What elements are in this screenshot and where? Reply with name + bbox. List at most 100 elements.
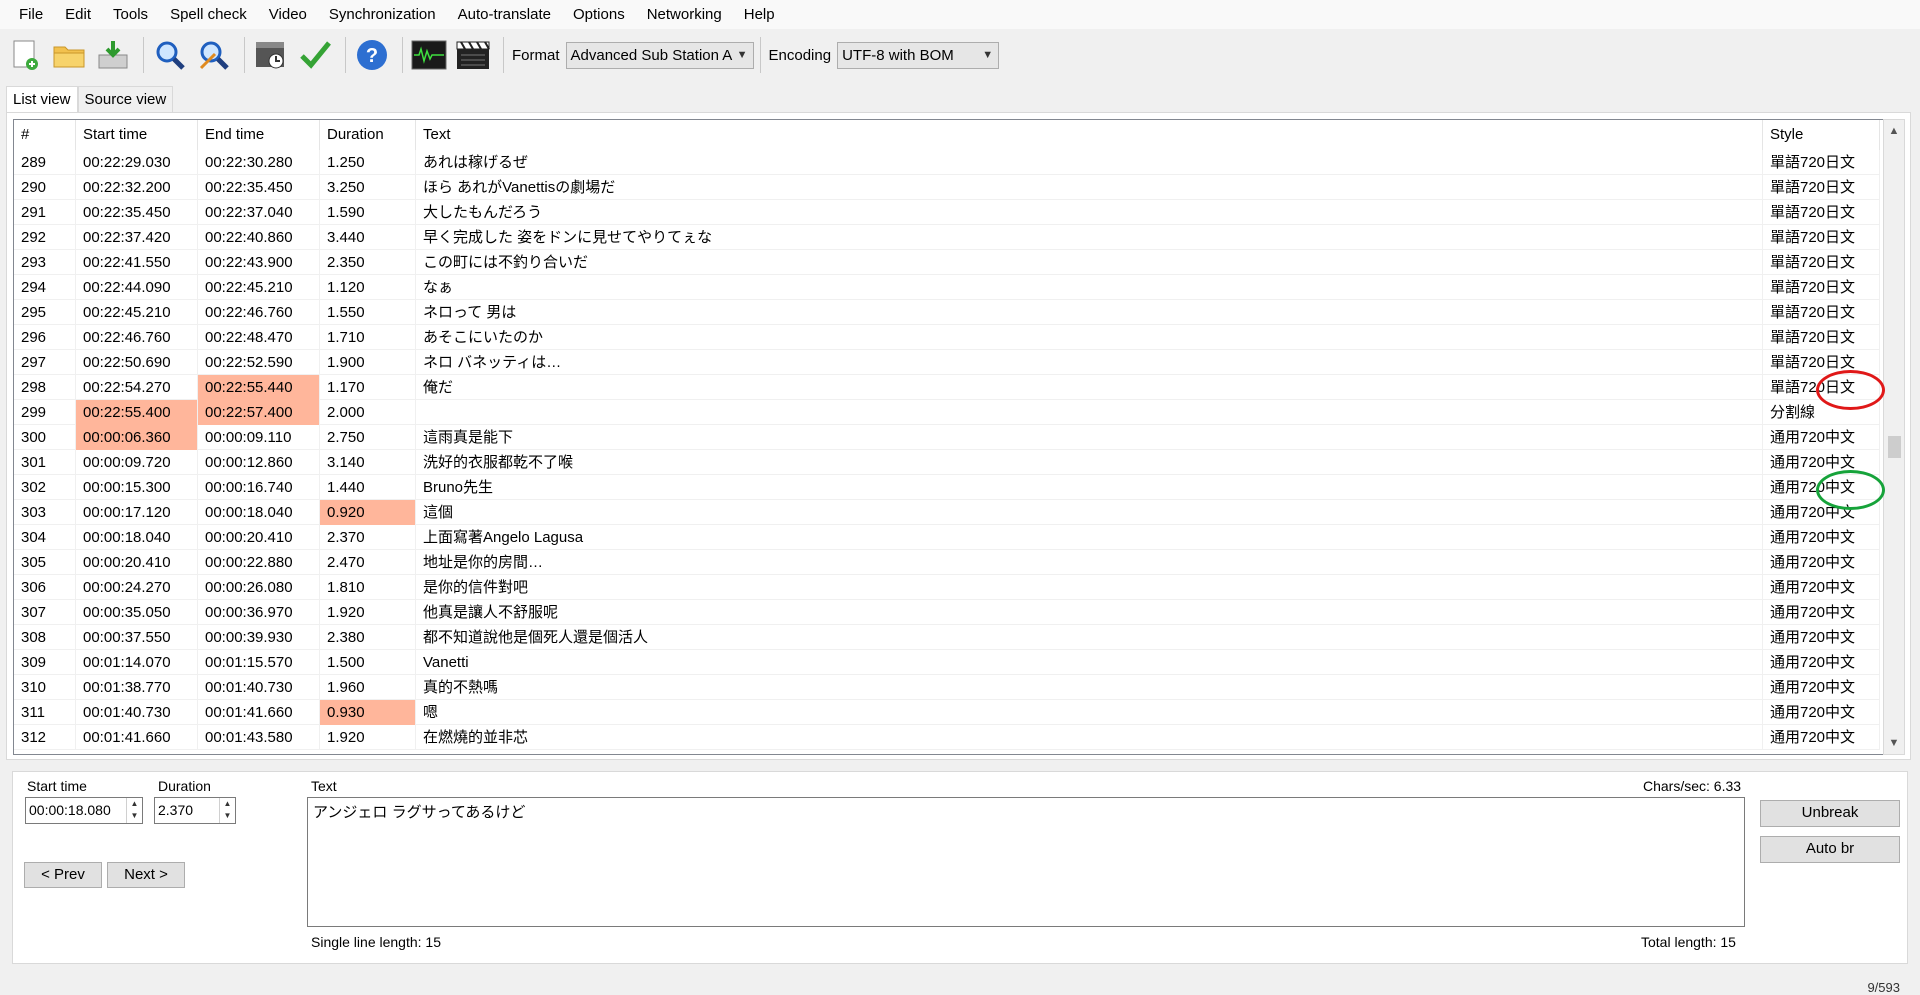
toolbar-separator	[143, 37, 144, 73]
cell-duration: 1.960	[320, 675, 416, 700]
cell-text: この町には不釣り合いだ	[416, 250, 1763, 275]
scroll-up-icon[interactable]: ▲	[1884, 120, 1904, 142]
next-button[interactable]: Next >	[107, 862, 185, 888]
table-row[interactable]: 308 00:00:37.550 00:00:39.930 2.380 都不知道說他是個…	[14, 625, 1880, 650]
table-row[interactable]: 296 00:22:46.760 00:22:48.470 1.710 あそこにいたのか…	[14, 325, 1880, 350]
menu-item-file[interactable]: File	[8, 0, 54, 29]
table-row[interactable]: 301 00:00:09.720 00:00:12.860 3.140 洗好的衣服都乾不…	[14, 450, 1880, 475]
cell-number: 290	[14, 175, 76, 200]
cell-style: 單語720日文	[1763, 225, 1880, 250]
menu-item-spell-check[interactable]: Spell check	[159, 0, 258, 29]
cell-start-time: 00:00:20.410	[76, 550, 198, 575]
menu-item-tools[interactable]: Tools	[102, 0, 159, 29]
subtitle-text-input[interactable]: アンジェロ ラグサってあるけど	[307, 797, 1745, 927]
video-clapper-icon[interactable]	[453, 34, 493, 76]
table-row[interactable]: 309 00:01:14.070 00:01:15.570 1.500 Vanetti 通…	[14, 650, 1880, 675]
table-row[interactable]: 300 00:00:06.360 00:00:09.110 2.750 這雨真是能下 通用…	[14, 425, 1880, 450]
help-icon[interactable]: ?	[352, 34, 392, 76]
visual-sync-icon[interactable]	[251, 34, 291, 76]
menu-item-synchronization[interactable]: Synchronization	[318, 0, 447, 29]
cell-text: 大したもんだろう	[416, 200, 1763, 225]
tab-source-view[interactable]: Source view	[77, 86, 174, 113]
table-row[interactable]: 310 00:01:38.770 00:01:40.730 1.960 真的不熱嗎 通用7…	[14, 675, 1880, 700]
encoding-select[interactable]: UTF-8 with BOM ▼	[837, 41, 1000, 69]
cell-end-time: 00:00:39.930	[198, 625, 320, 650]
spinner-arrows-icon[interactable]: ▲ ▼	[126, 798, 142, 823]
column-header-text[interactable]: Text	[416, 120, 1763, 150]
auto-br-button[interactable]: Auto br	[1760, 836, 1900, 863]
table-row[interactable]: 306 00:00:24.270 00:00:26.080 1.810 是你的信件對吧通…	[14, 575, 1880, 600]
cell-style: 單語720日文	[1763, 175, 1880, 200]
spinner-arrows-icon[interactable]: ▲ ▼	[219, 798, 235, 823]
table-row[interactable]: 298 00:22:54.270 00:22:55.440 1.170 俺だ 單語720日…	[14, 375, 1880, 400]
menu-item-options[interactable]: Options	[562, 0, 636, 29]
cell-style: 通用720中文	[1763, 425, 1880, 450]
menu-item-networking[interactable]: Networking	[636, 0, 733, 29]
column-header-end-time[interactable]: End time	[198, 120, 320, 150]
table-row[interactable]: 289 00:22:29.030 00:22:30.280 1.250 あれは稼げるぜ單…	[14, 150, 1880, 175]
table-row[interactable]: 297 00:22:50.690 00:22:52.590 1.900 ネロ バネッティ…	[14, 350, 1880, 375]
table-row[interactable]: 293 00:22:41.550 00:22:43.900 2.350 この町には不釣り…	[14, 250, 1880, 275]
unbreak-button[interactable]: Unbreak	[1760, 800, 1900, 827]
table-row[interactable]: 294 00:22:44.090 00:22:45.210 1.120 なぁ 單語720日…	[14, 275, 1880, 300]
cell-end-time: 00:01:43.580	[198, 725, 320, 750]
start-time-value: 00:00:18.080	[29, 802, 111, 818]
table-row[interactable]: 292 00:22:37.420 00:22:40.860 3.440 早く完成した 姿…	[14, 225, 1880, 250]
cell-end-time: 00:00:18.040	[198, 500, 320, 525]
table-row[interactable]: 307 00:00:35.050 00:00:36.970 1.920 他真是讓人不舒服…	[14, 600, 1880, 625]
toolbar: ? Format Advanced Sub Station A ▼ Encodi…	[0, 29, 1920, 81]
cell-style: 單語720日文	[1763, 325, 1880, 350]
menu-item-edit[interactable]: Edit	[54, 0, 102, 29]
table-row[interactable]: 295 00:22:45.210 00:22:46.760 1.550 ネロって 男は單…	[14, 300, 1880, 325]
find-icon[interactable]	[150, 34, 190, 76]
chevron-down-icon: ▼	[736, 48, 748, 61]
column-header-number[interactable]: #	[14, 120, 76, 150]
cell-number: 296	[14, 325, 76, 350]
cell-number: 308	[14, 625, 76, 650]
menu-item-help[interactable]: Help	[733, 0, 786, 29]
new-file-icon[interactable]	[5, 34, 45, 76]
cell-number: 301	[14, 450, 76, 475]
replace-icon[interactable]	[194, 34, 234, 76]
scroll-down-icon[interactable]: ▼	[1884, 732, 1904, 754]
menu-bar: File Edit Tools Spell check Video Synchroniza…	[0, 0, 1920, 29]
vertical-scrollbar[interactable]: ▲ ▼	[1883, 119, 1905, 755]
cell-text: あそこにいたのか	[416, 325, 1763, 350]
scrollbar-thumb[interactable]	[1888, 436, 1901, 458]
cell-start-time: 00:00:09.720	[76, 450, 198, 475]
cell-text	[416, 400, 1763, 425]
menu-item-video[interactable]: Video	[258, 0, 318, 29]
cell-start-time: 00:00:17.120	[76, 500, 198, 525]
column-header-start-time[interactable]: Start time	[76, 120, 198, 150]
cell-style: 單語720日文	[1763, 300, 1880, 325]
cell-start-time: 00:22:35.450	[76, 200, 198, 225]
column-header-style[interactable]: Style	[1763, 120, 1880, 150]
table-row[interactable]: 312 00:01:41.660 00:01:43.580 1.920 在燃燒的並非芯通…	[14, 725, 1880, 750]
open-folder-icon[interactable]	[49, 34, 89, 76]
cell-number: 293	[14, 250, 76, 275]
waveform-icon[interactable]	[409, 34, 449, 76]
table-row[interactable]: 311 00:01:40.730 00:01:41.660 0.930 嗯通用720中文	[14, 700, 1880, 725]
table-row[interactable]: 304 00:00:18.040 00:00:20.410 2.370 上面寫著Ange…	[14, 525, 1880, 550]
cell-start-time: 00:01:14.070	[76, 650, 198, 675]
save-download-icon[interactable]	[93, 34, 133, 76]
menu-item-auto-translate[interactable]: Auto-translate	[447, 0, 562, 29]
table-row[interactable]: 291 00:22:35.450 00:22:37.040 1.590 大したもんだろう…	[14, 200, 1880, 225]
table-row[interactable]: 290 00:22:32.200 00:22:35.450 3.250 ほら あれがVa…	[14, 175, 1880, 200]
format-select[interactable]: Advanced Sub Station A ▼	[565, 41, 754, 69]
spell-check-icon[interactable]	[295, 34, 335, 76]
tab-list-view[interactable]: List view	[6, 86, 78, 115]
column-header-duration[interactable]: Duration	[320, 120, 416, 150]
table-row[interactable]: 299 00:22:55.400 00:22:57.400 2.000 分割線	[14, 400, 1880, 425]
table-row[interactable]: 303 00:00:17.120 00:00:18.040 0.920 這個 通用720中…	[14, 500, 1880, 525]
cell-start-time: 00:01:38.770	[76, 675, 198, 700]
table-row[interactable]: 305 00:00:20.410 00:00:22.880 2.470 地址是你的房間……	[14, 550, 1880, 575]
start-time-stepper[interactable]: 00:00:18.080 ▲ ▼	[25, 797, 143, 824]
table-row[interactable]: 302 00:00:15.300 00:00:16.740 1.440 Bruno先生通…	[14, 475, 1880, 500]
cell-number: 309	[14, 650, 76, 675]
grid-rows: 289 00:22:29.030 00:22:30.280 1.250 あれは稼げるぜ單…	[14, 150, 1880, 750]
prev-button[interactable]: < Prev	[24, 862, 102, 888]
encoding-value: UTF-8 with BOM	[842, 46, 954, 64]
duration-stepper[interactable]: 2.370 ▲ ▼	[154, 797, 236, 824]
duration-value: 2.370	[158, 802, 194, 818]
